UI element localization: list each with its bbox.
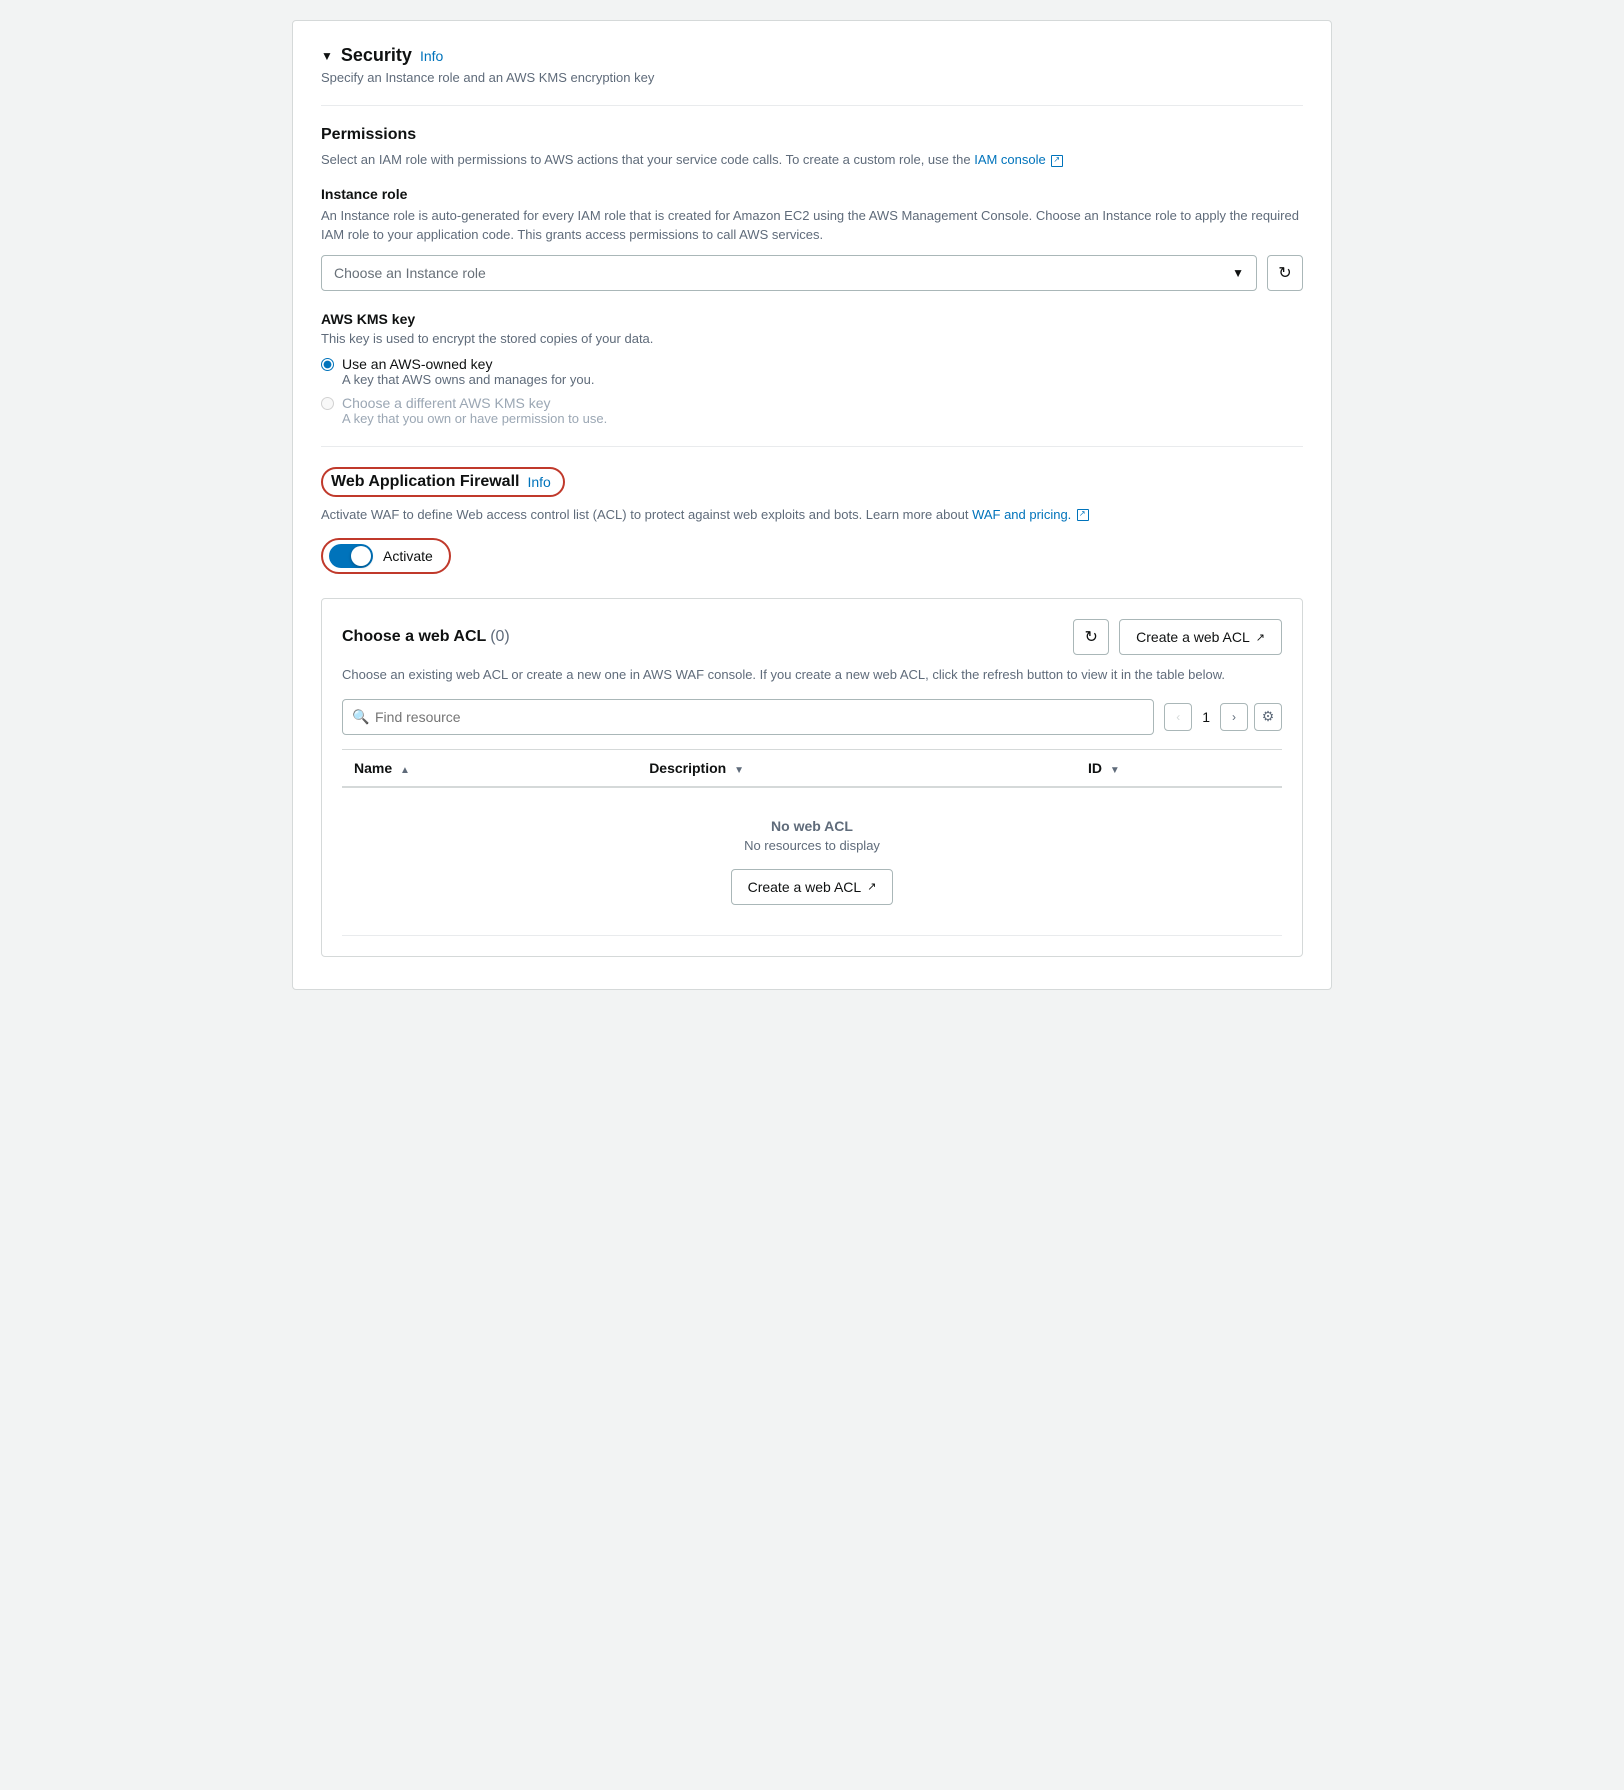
instance-role-placeholder: Choose an Instance role (334, 265, 486, 281)
web-acl-refresh-button[interactable]: ↻ (1073, 619, 1109, 655)
waf-title-highlight: Web Application Firewall Info (321, 467, 565, 497)
waf-activate-highlight: Activate (321, 538, 451, 574)
web-acl-description: Choose an existing web ACL or create a n… (342, 665, 1282, 685)
kms-option-different-key-label: Choose a different AWS KMS key (342, 395, 607, 411)
table-empty-row: No web ACL No resources to display Creat… (342, 787, 1282, 936)
waf-pricing-link[interactable]: WAF and pricing. (972, 507, 1089, 522)
name-sort-icon: ▲ (400, 765, 410, 776)
instance-role-row: Choose an Instance role ▼ ↻ (321, 255, 1303, 291)
permissions-title: Permissions (321, 126, 1303, 144)
empty-title: No web ACL (354, 818, 1270, 834)
web-acl-table: Name ▲ Description ▼ ID ▼ (342, 749, 1282, 936)
iam-console-link[interactable]: IAM console (974, 152, 1063, 167)
web-acl-box: Choose a web ACL (0) ↻ Create a web ACL … (321, 598, 1303, 957)
table-empty-cell: No web ACL No resources to display Creat… (342, 787, 1282, 936)
kms-radio-aws-owned[interactable] (321, 358, 334, 371)
table-header-description[interactable]: Description ▼ (637, 749, 1076, 787)
external-link-icon (1051, 155, 1063, 167)
search-input[interactable] (342, 699, 1154, 735)
waf-toggle-switch[interactable] (329, 544, 373, 568)
instance-role-refresh-button[interactable]: ↻ (1267, 255, 1303, 291)
kms-label: AWS KMS key (321, 311, 1303, 327)
section-title: Security (341, 45, 412, 66)
pagination-controls: ‹ 1 › ⚙ (1164, 703, 1282, 731)
external-link-icon-inline: ↗ (867, 880, 876, 893)
waf-toggle-row: Activate (321, 538, 1303, 574)
waf-divider (321, 446, 1303, 447)
permissions-desc-text: Select an IAM role with permissions to A… (321, 152, 971, 167)
table-settings-button[interactable]: ⚙ (1254, 703, 1282, 731)
waf-title: Web Application Firewall (331, 473, 519, 491)
waf-title-row: Web Application Firewall Info (321, 467, 1303, 497)
kms-option-aws-owned: Use an AWS-owned key A key that AWS owns… (321, 356, 1303, 387)
waf-desc-text: Activate WAF to define Web access contro… (321, 507, 968, 522)
web-acl-header-buttons: ↻ Create a web ACL ↗ (1073, 619, 1282, 655)
kms-option-aws-owned-label: Use an AWS-owned key (342, 356, 594, 372)
create-web-acl-inline-button[interactable]: Create a web ACL ↗ (731, 869, 894, 905)
search-wrapper: 🔍 (342, 699, 1154, 735)
page-prev-button[interactable]: ‹ (1164, 703, 1192, 731)
kms-option-different-key: Choose a different AWS KMS key A key tha… (321, 395, 1303, 426)
section-divider (321, 105, 1303, 106)
kms-radio-different-key[interactable] (321, 397, 334, 410)
waf-section: Web Application Firewall Info Activate W… (321, 467, 1303, 957)
section-info-link[interactable]: Info (420, 48, 443, 64)
waf-toggle-label: Activate (383, 548, 433, 564)
instance-role-label: Instance role (321, 186, 1303, 202)
kms-option-aws-owned-desc: A key that AWS owns and manages for you. (342, 372, 594, 387)
collapse-icon[interactable]: ▼ (321, 49, 333, 63)
external-link-icon-btn: ↗ (1256, 631, 1265, 644)
empty-subtitle: No resources to display (354, 838, 1270, 853)
table-header-row: Name ▲ Description ▼ ID ▼ (342, 749, 1282, 787)
kms-description: This key is used to encrypt the stored c… (321, 331, 1303, 346)
description-sort-icon: ▼ (734, 765, 744, 776)
create-web-acl-button[interactable]: Create a web ACL ↗ (1119, 619, 1282, 655)
web-acl-count: (0) (490, 628, 510, 645)
web-acl-header: Choose a web ACL (0) ↻ Create a web ACL … (342, 619, 1282, 655)
table-header-name[interactable]: Name ▲ (342, 749, 637, 787)
table-header-id[interactable]: ID ▼ (1076, 749, 1282, 787)
web-acl-title: Choose a web ACL (342, 628, 486, 645)
permissions-description: Select an IAM role with permissions to A… (321, 150, 1303, 170)
instance-role-description: An Instance role is auto-generated for e… (321, 206, 1303, 245)
page-next-button[interactable]: › (1220, 703, 1248, 731)
kms-option-different-key-desc: A key that you own or have permission to… (342, 411, 607, 426)
section-header: ▼ Security Info (321, 45, 1303, 66)
search-pagination-row: 🔍 ‹ 1 › ⚙ (342, 699, 1282, 735)
security-panel: ▼ Security Info Specify an Instance role… (292, 20, 1332, 990)
permissions-section: Permissions Select an IAM role with perm… (321, 126, 1303, 291)
section-subtitle: Specify an Instance role and an AWS KMS … (321, 70, 1303, 85)
instance-role-select[interactable]: Choose an Instance role ▼ (321, 255, 1257, 291)
waf-info-link[interactable]: Info (527, 474, 550, 490)
waf-description: Activate WAF to define Web access contro… (321, 505, 1303, 525)
kms-section: AWS KMS key This key is used to encrypt … (321, 311, 1303, 426)
page-number: 1 (1198, 709, 1214, 725)
waf-toggle-thumb (351, 546, 371, 566)
dropdown-arrow-icon: ▼ (1232, 266, 1244, 280)
id-sort-icon: ▼ (1110, 765, 1120, 776)
waf-toggle-track (329, 544, 373, 568)
waf-external-link-icon (1077, 509, 1089, 521)
